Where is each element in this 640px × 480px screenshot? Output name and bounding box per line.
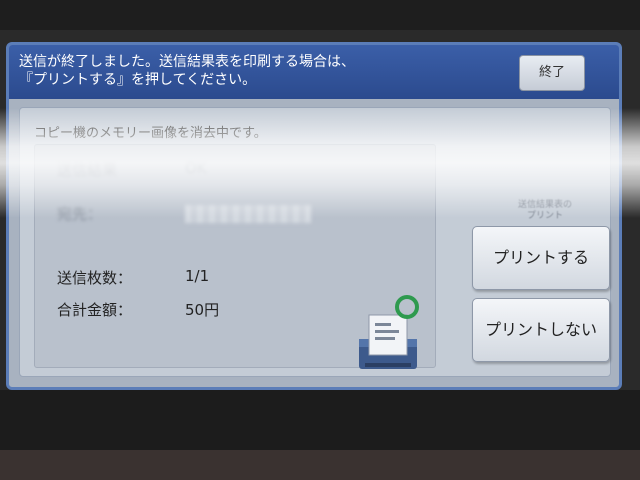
header-message: 送信が終了しました。送信結果表を印刷する場合は、 『プリントする』を押してくださ… — [19, 53, 499, 89]
close-button[interactable]: 終了 — [519, 55, 585, 91]
touch-screen: 送信が終了しました。送信結果表を印刷する場合は、 『プリントする』を押してくださ… — [6, 42, 622, 390]
print-caption-line1: 送信結果表の — [517, 200, 572, 210]
header-message-line2: 『プリントする』を押してください。 — [19, 72, 257, 88]
destination-redacted — [185, 205, 311, 223]
device-bezel-bottom — [0, 390, 640, 450]
result-panel: コピー機のメモリー画像を消去中です。 送信結果 OK 宛先： 送信枚数： 1/1… — [19, 107, 611, 377]
message-header: 送信が終了しました。送信結果表を印刷する場合は、 『プリントする』を押してくださ… — [9, 45, 619, 99]
pages-value: 1/1 — [185, 267, 210, 285]
total-label: 合計金額： — [57, 301, 133, 319]
destination-label: 宛先： — [57, 205, 103, 223]
device-bezel-top — [0, 0, 640, 30]
header-message-line1: 送信が終了しました。送信結果表を印刷する場合は、 — [19, 54, 355, 70]
print-button[interactable]: プリントする — [472, 226, 610, 290]
no-print-button[interactable]: プリントしない — [472, 298, 610, 362]
total-value: 50円 — [185, 301, 220, 319]
result-value: OK — [185, 159, 207, 177]
print-caption-line2: プリント — [526, 211, 563, 221]
pages-label: 送信枚数： — [57, 269, 133, 287]
floor-background — [0, 450, 640, 480]
printer-icon — [359, 295, 419, 369]
print-caption: 送信結果表の プリント — [490, 200, 600, 222]
check-circle-icon — [395, 295, 419, 319]
status-message: コピー機のメモリー画像を消去中です。 — [34, 126, 267, 141]
result-label: 送信結果 — [57, 161, 118, 179]
result-info-box: 送信結果 OK 宛先： 送信枚数： 1/1 合計金額： 50円 — [34, 144, 436, 369]
